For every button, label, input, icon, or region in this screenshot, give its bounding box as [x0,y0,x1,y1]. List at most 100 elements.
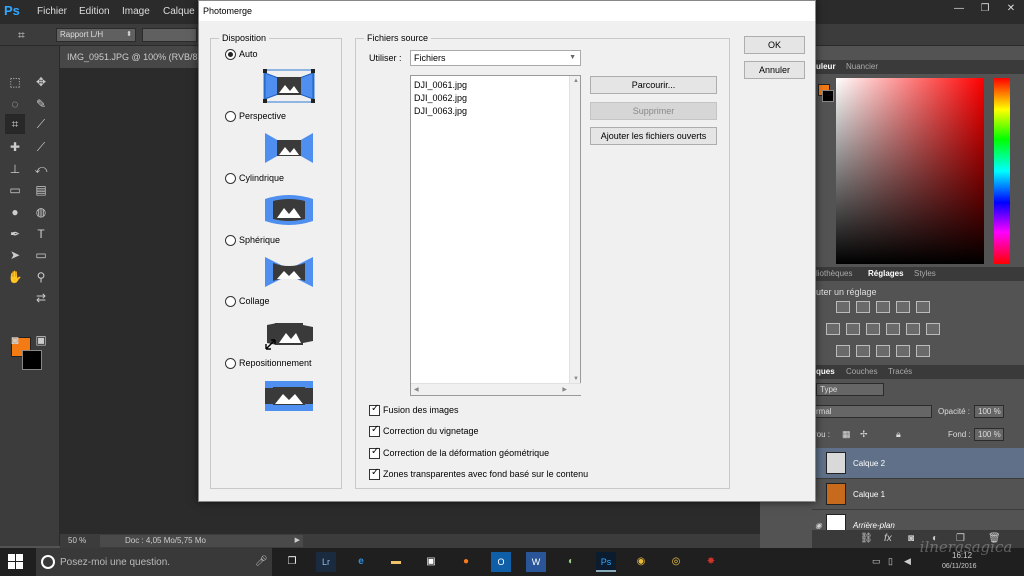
scroll-up-icon[interactable]: ▲ [573,78,579,84]
radio-button[interactable] [225,296,236,307]
threshold-icon[interactable] [876,345,890,357]
tab-channels[interactable]: Couches [846,367,878,376]
lasso-tool-icon[interactable]: ◌ [5,94,25,114]
brush-tool-icon[interactable]: ⟋ [31,137,51,157]
exposure-icon[interactable] [896,301,910,313]
curves-icon[interactable] [876,301,890,313]
radio-button[interactable] [225,235,236,246]
healing-tool-icon[interactable]: ✚ [5,137,25,157]
hand-tool-icon[interactable]: ✋ [5,267,25,287]
checkbox[interactable] [369,403,380,416]
tab-libraries[interactable]: liothèques [816,269,852,278]
app-icon[interactable]: ◎ [666,552,686,572]
menu-calque[interactable]: Calque [163,6,195,17]
ratio-select[interactable]: Rapport L/H ⬍ [56,28,136,42]
list-item[interactable]: DJI_0061.jpg [414,80,467,90]
layer-filter-select[interactable]: Type [816,383,884,396]
horizontal-scrollbar[interactable]: ◀ ▶ [411,383,581,395]
link-layers-icon[interactable]: ⛓ [860,533,873,544]
posterize-icon[interactable] [856,345,870,357]
move-tool-icon[interactable]: ✥ [31,72,51,92]
menu-edition[interactable]: Edition [79,6,110,17]
color-picker-field[interactable] [836,78,984,264]
layer-row-calque-1[interactable]: Calque 1 [812,479,1024,510]
windows-start-icon[interactable] [8,554,26,570]
restore-icon[interactable]: ❐ [972,0,998,18]
levels-icon[interactable] [856,301,870,313]
fx-icon[interactable]: fx [884,533,892,544]
radio-button[interactable] [225,358,236,369]
vertical-scrollbar[interactable]: ▲ ▼ [569,76,580,384]
pen-tool-icon[interactable]: ✒ [5,224,25,244]
fill-input[interactable]: 100 % [974,428,1004,441]
network-icon[interactable]: ▭ [872,556,881,567]
task-view-icon[interactable]: ❐ [282,552,302,572]
close-window-icon[interactable]: ✕ [998,0,1024,18]
cortana-search-box[interactable]: Posez-moi une question. 🎤︎ [36,548,272,576]
vibrance-icon[interactable] [916,301,930,313]
background-color-swatch[interactable] [22,350,42,370]
lock-all-icon[interactable]: 🔒︎ [896,429,901,440]
opacity-input[interactable]: 100 % [974,405,1004,418]
chrome-icon[interactable]: ◉ [631,552,651,572]
color-balance-icon[interactable] [846,323,860,335]
invert-icon[interactable] [836,345,850,357]
shape-tool-icon[interactable]: ▭ [31,245,51,265]
photoshop-taskbar-icon[interactable]: Ps [596,552,616,572]
hue-saturation-icon[interactable] [826,323,840,335]
scroll-down-icon[interactable]: ▼ [573,376,579,382]
zoom-level[interactable]: 50 % [68,536,86,545]
radio-button[interactable] [225,111,236,122]
dodge-tool-icon[interactable]: ◍ [31,202,51,222]
lock-position-icon[interactable]: ✢ [860,429,868,440]
word-icon[interactable]: W [526,552,546,572]
tab-adjustments[interactable]: Réglages [868,269,904,278]
panel-background-swatch[interactable] [822,90,834,102]
checkbox[interactable] [369,467,380,480]
store-icon[interactable]: ▣ [421,552,441,572]
channel-mixer-icon[interactable] [906,323,920,335]
list-item[interactable]: DJI_0062.jpg [414,93,467,103]
color-lookup-icon[interactable] [926,323,940,335]
brightness-icon[interactable] [836,301,850,313]
history-brush-tool-icon[interactable]: ⤺ [31,159,51,179]
checkbox[interactable] [369,446,380,459]
file-list[interactable]: DJI_0061.jpg DJI_0062.jpg DJI_0063.jpg ▲… [410,75,581,396]
zoom-tool-icon[interactable]: ⚲ [31,267,51,287]
file-explorer-icon[interactable]: ▬ [386,552,406,572]
doc-size-info[interactable]: Doc : 4,05 Mo/5,75 Mo ▶ [100,535,303,547]
edge-icon[interactable]: e [351,552,371,572]
quick-mask-icon[interactable]: ◙ [5,330,25,350]
layer-row-calque-2[interactable]: Calque 2 [812,448,1024,479]
remove-button[interactable]: Supprimer [590,102,717,120]
ratio-width-input[interactable] [142,28,197,42]
lock-pixels-icon[interactable]: ▦ [842,429,851,440]
quick-select-tool-icon[interactable]: ✎ [31,94,51,114]
list-item[interactable]: DJI_0063.jpg [414,106,467,116]
volume-icon[interactable]: ◀ [904,556,911,567]
minimize-icon[interactable]: — [946,0,972,18]
checkbox[interactable] [369,424,380,437]
use-select[interactable]: Fichiers ▼ [410,50,581,66]
swap-colors-icon[interactable]: ⇄ [31,288,51,308]
screen-mode-icon[interactable]: ▣ [31,330,51,350]
outlook-icon[interactable]: O [491,552,511,572]
tab-layers[interactable]: ques [816,367,835,376]
tab-color[interactable]: uleur [816,62,836,71]
eraser-tool-icon[interactable]: ▭ [5,180,25,200]
blur-tool-icon[interactable]: ● [5,202,25,222]
menu-image[interactable]: Image [122,6,150,17]
lightroom-icon[interactable]: Lr [316,552,336,572]
stamp-tool-icon[interactable]: ⊥ [5,159,25,179]
ok-button[interactable]: OK [744,36,805,54]
app-icon[interactable]: ✸ [701,552,721,572]
battery-icon[interactable]: ▯ [888,556,893,567]
tab-paths[interactable]: Tracés [888,367,912,376]
add-open-files-button[interactable]: Ajouter les fichiers ouverts [590,127,717,145]
menu-fichier[interactable]: Fichier [37,6,67,17]
marquee-tool-icon[interactable]: ⬚ [5,72,25,92]
document-tab[interactable]: IMG_0951.JPG @ 100% (RVB/8) [60,46,200,68]
eyedropper-tool-icon[interactable]: ⟋ [31,114,51,134]
black-white-icon[interactable] [866,323,880,335]
browse-button[interactable]: Parcourir... [590,76,717,94]
